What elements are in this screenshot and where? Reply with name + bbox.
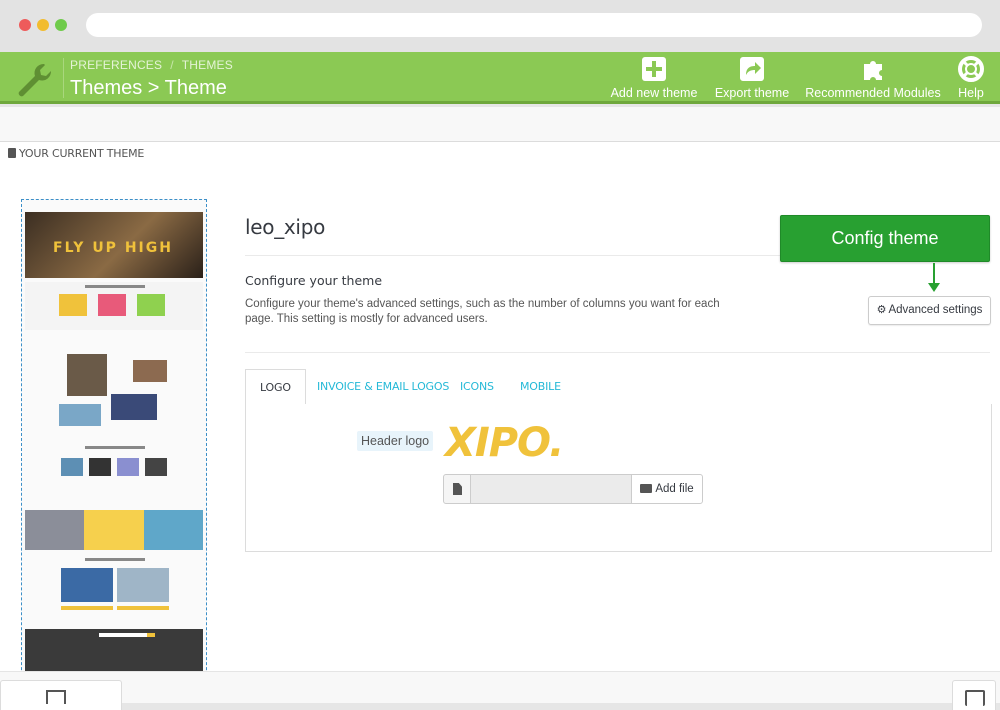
plus-square-icon: [642, 57, 666, 81]
configure-description: Configure your theme's advanced settings…: [245, 298, 720, 325]
page-content: YOUR CURRENT THEME FLY UP HIGH leo_xipo …: [0, 107, 1000, 710]
browser-chrome: [0, 0, 1000, 52]
export-theme-label: Export theme: [714, 86, 790, 100]
callout-arrow-head: [928, 283, 940, 292]
header-logo-file-upload: Add file: [443, 474, 703, 504]
preview-hero-banner: FLY UP HIGH: [25, 212, 203, 278]
footer-tab-left[interactable]: [0, 680, 122, 710]
html5-icon: [8, 148, 16, 158]
add-new-theme-label: Add new theme: [610, 86, 698, 100]
theme-name: leo_xipo: [245, 215, 326, 239]
tab-invoice-email-logos[interactable]: INVOICE & EMAIL LOGOS: [317, 369, 449, 405]
export-theme-button[interactable]: Export theme: [711, 56, 793, 100]
panel-heading-text: YOUR CURRENT THEME: [19, 147, 145, 160]
folder-open-icon: [640, 484, 653, 493]
file-name-input[interactable]: [470, 474, 632, 504]
top-band: [0, 107, 1000, 141]
preview-latest-items: [25, 444, 203, 500]
help-button[interactable]: Help: [950, 56, 992, 100]
breadcrumb-separator: /: [170, 58, 174, 72]
preview-nav: [25, 203, 203, 216]
preview-categories: [25, 282, 203, 330]
breadcrumb-themes[interactable]: THEMES: [182, 58, 233, 72]
page-toolbar: PREFERENCES / THEMES Themes > Theme Add ne…: [0, 52, 1000, 104]
add-new-theme-button[interactable]: Add new theme: [607, 56, 701, 100]
advanced-settings-label: Advanced settings: [888, 304, 983, 316]
preview-recent-news: [25, 556, 203, 622]
window-close-dot[interactable]: [19, 19, 31, 31]
logo-tabs: LOGO INVOICE & EMAIL LOGOS ICONS MOBILE: [245, 369, 992, 406]
save-button[interactable]: [952, 680, 996, 710]
help-label: Help: [958, 86, 984, 100]
callout-arrow-line: [933, 263, 935, 285]
gear-icon: ⚙: [876, 304, 887, 316]
configure-title: Configure your theme: [245, 273, 383, 288]
share-icon: [740, 57, 764, 81]
add-file-label: Add file: [655, 483, 694, 495]
header-logo-label: Header logo: [357, 431, 434, 451]
file-icon: [443, 474, 471, 504]
preview-banner-strip: [25, 510, 203, 550]
panel-heading: YOUR CURRENT THEME: [8, 147, 144, 160]
theme-preview-thumbnail[interactable]: FLY UP HIGH: [21, 199, 207, 690]
preview-hero-text: FLY UP HIGH: [53, 240, 173, 256]
recommended-modules-button[interactable]: Recommended Modules: [802, 56, 944, 100]
toolbar-divider: [63, 58, 64, 98]
divider: [245, 352, 990, 353]
recommended-modules-label: Recommended Modules: [805, 86, 941, 100]
lifebuoy-icon: [958, 56, 984, 82]
breadcrumb: PREFERENCES / THEMES: [70, 58, 233, 72]
save-icon: [965, 690, 985, 706]
tab-icons[interactable]: ICONS: [460, 369, 494, 405]
breadcrumb-preferences[interactable]: PREFERENCES: [70, 58, 162, 72]
tab-logo[interactable]: LOGO: [245, 369, 306, 406]
current-theme-panel: YOUR CURRENT THEME FLY UP HIGH leo_xipo …: [0, 141, 1000, 690]
html5-icon: [46, 690, 66, 704]
header-logo-image: XIPO.: [445, 420, 564, 466]
footer-band: [0, 671, 1000, 703]
page-title: Themes > Theme: [70, 77, 227, 99]
puzzle-icon: [864, 61, 882, 80]
config-theme-callout-label: Config theme: [831, 228, 939, 248]
config-theme-callout: Config theme: [780, 215, 990, 262]
address-bar[interactable]: [86, 13, 982, 37]
window-maximize-dot[interactable]: [55, 19, 67, 31]
preview-gallery: [25, 350, 203, 430]
add-file-button[interactable]: Add file: [631, 474, 703, 504]
advanced-settings-button[interactable]: ⚙ Advanced settings: [868, 296, 991, 325]
wrench-icon: [18, 63, 52, 97]
window-minimize-dot[interactable]: [37, 19, 49, 31]
tab-mobile[interactable]: MOBILE: [520, 369, 561, 405]
